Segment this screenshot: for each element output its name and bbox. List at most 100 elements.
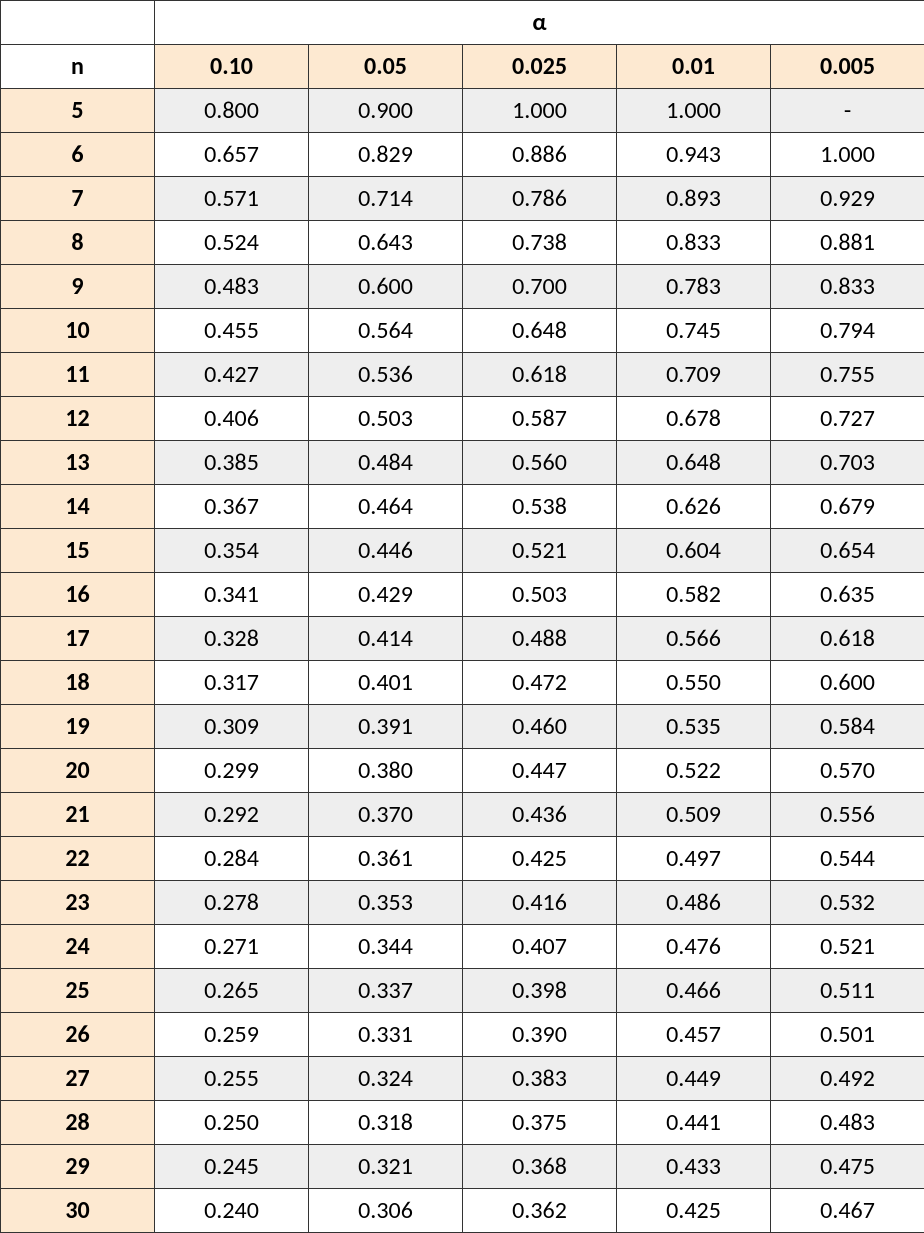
table-row: 200.2990.3800.4470.5220.570 [1,749,924,793]
value-cell: 0.570 [771,749,924,793]
value-cell: 0.564 [309,309,463,353]
n-value-cell: 9 [1,265,155,309]
alpha-level-header: 0.005 [771,45,924,89]
value-cell: 0.511 [771,969,924,1013]
value-cell: 0.446 [309,529,463,573]
value-cell: 0.472 [463,661,617,705]
value-cell: 0.829 [309,133,463,177]
value-cell: 1.000 [463,89,617,133]
value-cell: 0.341 [155,573,309,617]
value-cell: 0.893 [617,177,771,221]
n-value-cell: 5 [1,89,155,133]
value-cell: 0.457 [617,1013,771,1057]
n-value-cell: 6 [1,133,155,177]
table-row: 140.3670.4640.5380.6260.679 [1,485,924,529]
n-value-cell: 20 [1,749,155,793]
value-cell: 0.521 [463,529,617,573]
n-value-cell: 21 [1,793,155,837]
value-cell: 0.521 [771,925,924,969]
value-cell: 0.800 [155,89,309,133]
n-value-cell: 27 [1,1057,155,1101]
value-cell: 0.255 [155,1057,309,1101]
value-cell: 0.425 [463,837,617,881]
value-cell: 0.618 [463,353,617,397]
value-cell: 0.657 [155,133,309,177]
value-cell: 0.483 [155,265,309,309]
value-cell: 0.436 [463,793,617,837]
table-row: 50.8000.9001.0001.000- [1,89,924,133]
value-cell: 0.306 [309,1189,463,1233]
value-cell: 0.833 [617,221,771,265]
value-cell: 0.635 [771,573,924,617]
value-cell: - [771,89,924,133]
table-row: 240.2710.3440.4070.4760.521 [1,925,924,969]
value-cell: 0.703 [771,441,924,485]
value-cell: 0.522 [617,749,771,793]
value-cell: 0.556 [771,793,924,837]
value-cell: 0.538 [463,485,617,529]
value-cell: 0.600 [771,661,924,705]
n-value-cell: 16 [1,573,155,617]
value-cell: 0.464 [309,485,463,529]
n-value-cell: 29 [1,1145,155,1189]
value-cell: 0.368 [463,1145,617,1189]
table-row: 180.3170.4010.4720.5500.600 [1,661,924,705]
n-value-cell: 25 [1,969,155,1013]
value-cell: 0.449 [617,1057,771,1101]
table-row: 150.3540.4460.5210.6040.654 [1,529,924,573]
value-cell: 0.503 [463,573,617,617]
value-cell: 0.497 [617,837,771,881]
table-row: 170.3280.4140.4880.5660.618 [1,617,924,661]
table-row: 60.6570.8290.8860.9431.000 [1,133,924,177]
value-cell: 0.265 [155,969,309,1013]
value-cell: 0.278 [155,881,309,925]
value-cell: 0.467 [771,1189,924,1233]
table-row: 260.2590.3310.3900.4570.501 [1,1013,924,1057]
n-column-header: n [1,45,155,89]
value-cell: 0.532 [771,881,924,925]
value-cell: 0.503 [309,397,463,441]
value-cell: 1.000 [617,89,771,133]
value-cell: 0.354 [155,529,309,573]
table-row: 250.2650.3370.3980.4660.511 [1,969,924,1013]
table-row: 230.2780.3530.4160.4860.532 [1,881,924,925]
value-cell: 0.292 [155,793,309,837]
alpha-level-header: 0.10 [155,45,309,89]
n-value-cell: 24 [1,925,155,969]
value-cell: 0.441 [617,1101,771,1145]
value-cell: 0.626 [617,485,771,529]
table-row: 210.2920.3700.4360.5090.556 [1,793,924,837]
table-row: 280.2500.3180.3750.4410.483 [1,1101,924,1145]
value-cell: 0.833 [771,265,924,309]
alpha-level-header: 0.025 [463,45,617,89]
value-cell: 0.486 [617,881,771,925]
value-cell: 0.536 [309,353,463,397]
n-value-cell: 19 [1,705,155,749]
value-cell: 0.745 [617,309,771,353]
value-cell: 0.328 [155,617,309,661]
table-row: 110.4270.5360.6180.7090.755 [1,353,924,397]
n-value-cell: 11 [1,353,155,397]
value-cell: 0.433 [617,1145,771,1189]
value-cell: 0.299 [155,749,309,793]
value-cell: 0.544 [771,837,924,881]
value-cell: 0.380 [309,749,463,793]
n-value-cell: 17 [1,617,155,661]
value-cell: 0.460 [463,705,617,749]
value-cell: 0.900 [309,89,463,133]
value-cell: 0.600 [309,265,463,309]
alpha-level-header: 0.01 [617,45,771,89]
value-cell: 0.678 [617,397,771,441]
value-cell: 0.783 [617,265,771,309]
table-row: 80.5240.6430.7380.8330.881 [1,221,924,265]
n-value-cell: 12 [1,397,155,441]
value-cell: 0.794 [771,309,924,353]
value-cell: 0.429 [309,573,463,617]
value-cell: 0.317 [155,661,309,705]
value-cell: 0.943 [617,133,771,177]
value-cell: 0.492 [771,1057,924,1101]
value-cell: 0.401 [309,661,463,705]
value-cell: 0.447 [463,749,617,793]
value-cell: 0.501 [771,1013,924,1057]
table-row: 300.2400.3060.3620.4250.467 [1,1189,924,1233]
